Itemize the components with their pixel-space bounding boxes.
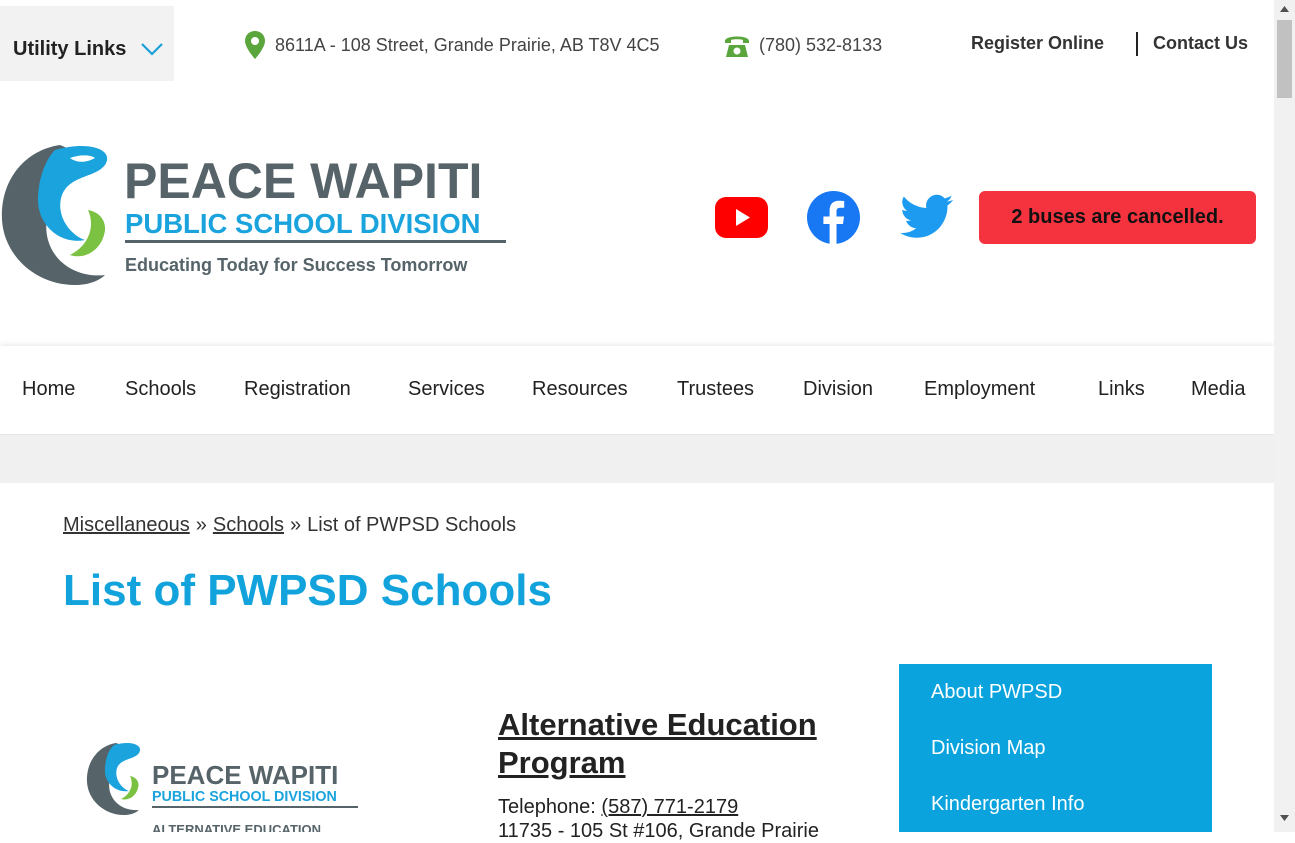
main-nav: Home Schools Registration Services Resou… (0, 346, 1274, 435)
site-logo[interactable]: PEACE WAPITI PUBLIC SCHOOL DIVISION Educ… (0, 140, 510, 290)
breadcrumb-current: List of PWPSD Schools (307, 514, 517, 536)
youtube-icon[interactable] (715, 197, 768, 238)
phone-icon (725, 36, 749, 57)
scrollbar-thumb[interactable] (1277, 20, 1292, 98)
chevron-down-icon (141, 43, 163, 56)
contact-us-link[interactable]: Contact Us (1153, 33, 1248, 54)
svg-text:PEACE WAPITI: PEACE WAPITI (124, 153, 482, 209)
peace-wapiti-logo-mark: PEACE WAPITI PUBLIC SCHOOL DIVISION Educ… (1, 145, 506, 285)
sidebar-menu: About PWPSD Division Map Kindergarten In… (899, 664, 1212, 832)
address-info: 8611A - 108 Street, Grande Prairie, AB T… (245, 30, 660, 60)
divider (1136, 32, 1138, 56)
breadcrumb-schools[interactable]: Schools (213, 514, 284, 536)
phone-text: (780) 532-8133 (759, 34, 883, 55)
svg-text:Educating Today for Success To: Educating Today for Success Tomorrow (125, 255, 468, 275)
vertical-scrollbar[interactable] (1274, 0, 1295, 832)
svg-text:ALTERNATIVE EDUCATION: ALTERNATIVE EDUCATION (152, 822, 321, 832)
twitter-icon[interactable] (900, 194, 954, 240)
telephone-label: Telephone: (498, 796, 602, 818)
sidebar-item-about[interactable]: About PWPSD (931, 681, 1062, 704)
breadcrumb-separator: » (195, 514, 207, 536)
nav-item-home[interactable]: Home (22, 378, 75, 401)
sidebar-item-division-map[interactable]: Division Map (931, 737, 1045, 760)
scroll-down-arrow-icon[interactable] (1279, 814, 1290, 822)
register-online-link[interactable]: Register Online (971, 33, 1104, 54)
phone-info: (780) 532-8133 (723, 30, 882, 60)
nav-item-links[interactable]: Links (1098, 378, 1145, 401)
school-telephone: Telephone: (587) 771-2179 (498, 796, 738, 819)
nav-item-registration[interactable]: Registration (244, 378, 351, 401)
breadcrumb-separator: » (290, 514, 302, 536)
nav-item-employment[interactable]: Employment (924, 378, 1035, 401)
facebook-icon[interactable] (807, 191, 860, 244)
school-name-link[interactable]: Alternative Education Program (498, 706, 868, 782)
utility-links-toggle[interactable]: Utility Links (0, 6, 174, 81)
telephone-link[interactable]: (587) 771-2179 (601, 796, 738, 818)
nav-item-services[interactable]: Services (408, 378, 485, 401)
top-bar: Utility Links 8611A - 108 Street, Grande… (0, 0, 1274, 88)
nav-subband (0, 435, 1274, 483)
nav-item-trustees[interactable]: Trustees (677, 378, 754, 401)
nav-item-media[interactable]: Media (1191, 378, 1245, 401)
nav-item-schools[interactable]: Schools (125, 378, 196, 401)
sidebar-item-kindergarten[interactable]: Kindergarten Info (931, 793, 1084, 816)
breadcrumb-miscellaneous[interactable]: Miscellaneous (63, 514, 190, 536)
scroll-up-arrow-icon[interactable] (1279, 5, 1290, 13)
utility-links-label: Utility Links (13, 38, 127, 60)
svg-text:PEACE WAPITI: PEACE WAPITI (152, 760, 338, 790)
map-pin-icon (245, 31, 265, 59)
address-text: 8611A - 108 Street, Grande Prairie, AB T… (275, 34, 660, 55)
nav-item-division[interactable]: Division (803, 378, 873, 401)
svg-text:PUBLIC SCHOOL DIVISION: PUBLIC SCHOOL DIVISION (152, 789, 337, 805)
svg-text:PUBLIC SCHOOL DIVISION: PUBLIC SCHOOL DIVISION (125, 208, 481, 239)
page-title: List of PWPSD Schools (63, 566, 552, 615)
school-logo: PEACE WAPITI PUBLIC SCHOOL DIVISION ALTE… (86, 740, 366, 832)
breadcrumb: Miscellaneous» Schools» List of PWPSD Scho… (63, 514, 516, 537)
nav-item-resources[interactable]: Resources (532, 378, 628, 401)
bus-cancellation-alert[interactable]: 2 buses are cancelled. (979, 191, 1256, 244)
